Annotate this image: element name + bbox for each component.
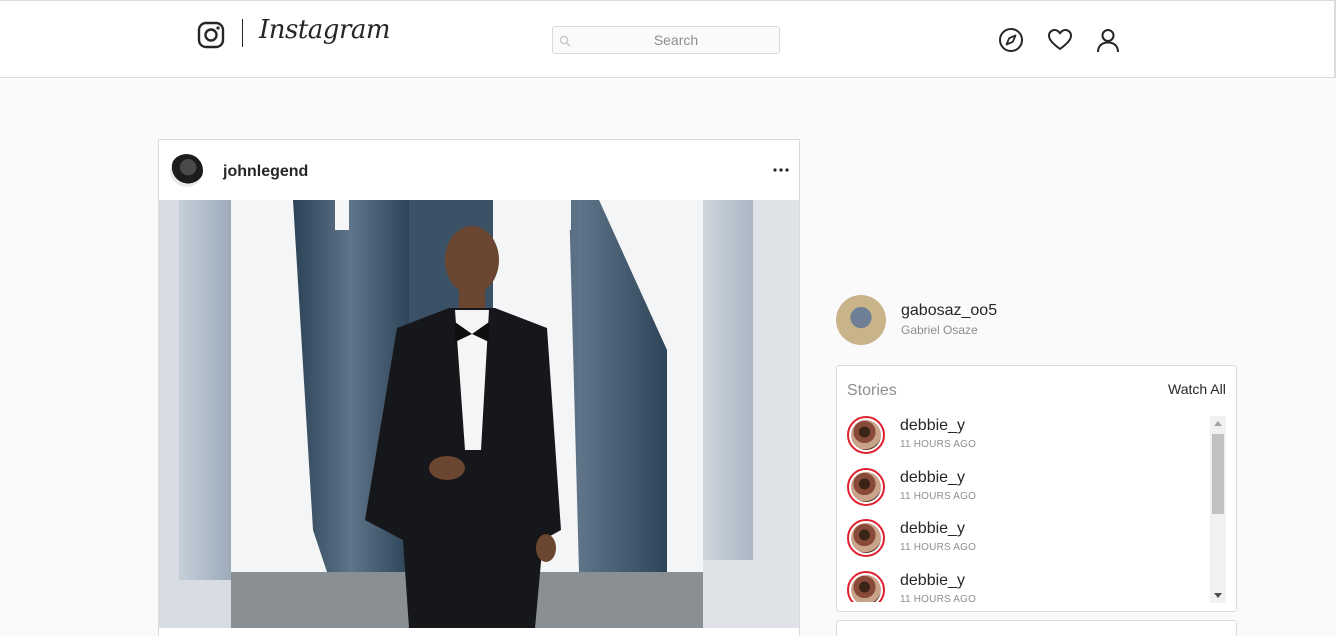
story-item[interactable]: debbie_y 11 HOURS AGO (847, 414, 1207, 458)
scroll-up-arrow-icon[interactable] (1210, 416, 1226, 432)
scroll-down-arrow-icon[interactable] (1210, 587, 1226, 603)
story-item[interactable]: debbie_y 11 HOURS AGO (847, 466, 1207, 510)
story-username: debbie_y (900, 520, 965, 537)
instagram-glyph-icon[interactable] (197, 21, 225, 49)
feed-post: johnlegend (158, 139, 800, 636)
story-item[interactable]: debbie_y 11 HOURS AGO (847, 517, 1207, 561)
post-photo-illustration (159, 200, 799, 628)
current-user-username[interactable]: gabosaz_oo5 (901, 302, 997, 320)
stories-panel: Stories Watch All debbie_y 11 HOURS AGO … (836, 365, 1237, 612)
logo-divider (242, 19, 243, 47)
top-nav-bar: Instagram (0, 0, 1336, 78)
search-icon (559, 35, 571, 47)
story-item[interactable]: debbie_y 11 HOURS AGO (847, 569, 1207, 602)
story-timestamp: 11 HOURS AGO (900, 542, 977, 553)
current-user-fullname: Gabriel Osaze (901, 323, 978, 337)
story-avatar[interactable] (847, 468, 885, 506)
stories-scrollbar[interactable] (1210, 416, 1226, 603)
post-header: johnlegend (159, 140, 799, 200)
heart-icon[interactable] (1047, 27, 1073, 53)
scrollbar-thumb[interactable] (1212, 434, 1224, 514)
story-avatar[interactable] (847, 519, 885, 557)
story-timestamp: 11 HOURS AGO (900, 594, 977, 602)
stories-title: Stories (847, 382, 897, 399)
more-horizontal-icon[interactable] (771, 162, 791, 178)
story-avatar[interactable] (847, 416, 885, 454)
watch-all-link[interactable]: Watch All (1168, 381, 1226, 397)
story-timestamp: 11 HOURS AGO (900, 491, 977, 502)
story-username: debbie_y (900, 572, 965, 589)
story-username: debbie_y (900, 417, 965, 434)
current-user-avatar[interactable] (836, 295, 886, 345)
story-avatar[interactable] (847, 571, 885, 602)
post-author-avatar[interactable] (170, 154, 203, 187)
post-photo[interactable] (159, 200, 799, 628)
story-timestamp: 11 HOURS AGO (900, 439, 977, 450)
suggestions-panel (836, 620, 1237, 636)
stories-list[interactable]: debbie_y 11 HOURS AGO debbie_y 11 HOURS … (837, 414, 1209, 602)
search-box[interactable] (552, 26, 780, 54)
user-icon[interactable] (1095, 27, 1121, 53)
compass-icon[interactable] (998, 27, 1024, 53)
post-author-username[interactable]: johnlegend (223, 163, 308, 181)
story-username: debbie_y (900, 469, 965, 486)
search-input[interactable] (573, 27, 779, 53)
instagram-wordmark[interactable]: Instagram (259, 15, 391, 45)
